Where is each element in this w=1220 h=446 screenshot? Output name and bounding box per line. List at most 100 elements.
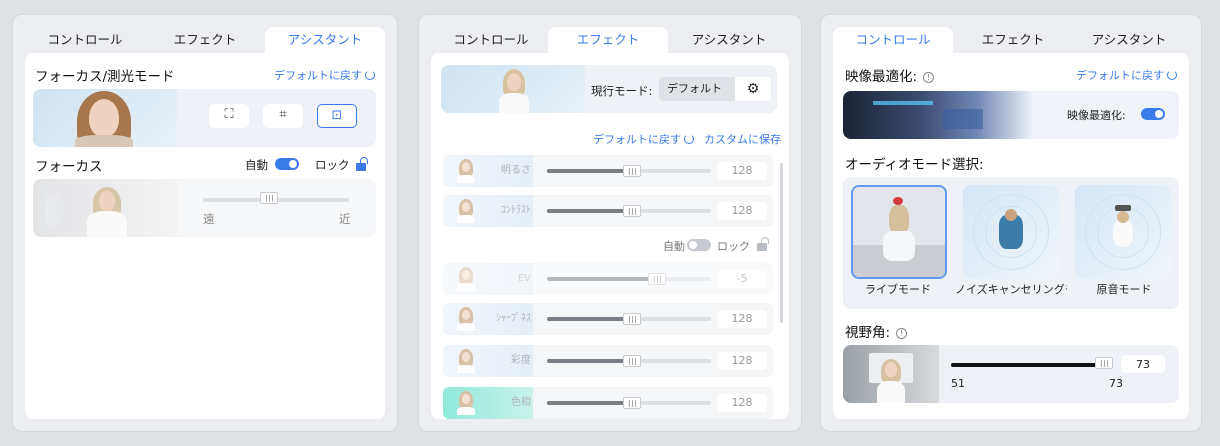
focus-mode-box: ⛶ ⌗ ⊡ bbox=[33, 89, 376, 147]
effect-slider-handle[interactable] bbox=[623, 397, 641, 409]
noise-cancel-mode-card[interactable] bbox=[963, 185, 1059, 279]
tab-assistant[interactable]: アシスタント bbox=[669, 27, 789, 53]
slider-far-label: 遠 bbox=[203, 212, 215, 226]
fov-thumbnail bbox=[843, 345, 939, 403]
center-focus-button[interactable]: ⊡ bbox=[317, 104, 357, 128]
fov-value-box[interactable]: 73 bbox=[1121, 355, 1165, 373]
effect-row: 彩度 128 bbox=[443, 345, 773, 377]
reset-default-link[interactable]: デフォルトに戻す bbox=[593, 131, 694, 147]
effect-row-label: ｼｬｰﾌﾟﾈｽ bbox=[496, 313, 531, 324]
live-mode-card[interactable] bbox=[851, 185, 947, 279]
tab-effect[interactable]: エフェクト bbox=[953, 27, 1073, 53]
reset-default-link[interactable]: デフォルトに戻す bbox=[274, 67, 375, 83]
tab-control[interactable]: コントロール bbox=[833, 27, 953, 53]
info-icon[interactable]: ! bbox=[923, 72, 935, 83]
tab-bar: コントロール エフェクト アシスタント bbox=[833, 27, 1189, 53]
auto-toggle[interactable] bbox=[687, 239, 711, 251]
control-panel: コントロール エフェクト アシスタント 映像最適化:! デフォルトに戻す 映像最… bbox=[820, 14, 1202, 432]
fov-max-label: 73 bbox=[1109, 377, 1123, 390]
save-custom-link[interactable]: カスタムに保存 bbox=[704, 131, 781, 147]
center-focus-icon: ⊡ bbox=[331, 108, 343, 123]
focus-slider-box: 遠 近 bbox=[33, 179, 376, 237]
face-focus-icon: ⛶ bbox=[224, 107, 234, 122]
noise-cancel-mode-label: ノイズキャンセリングモード bbox=[955, 283, 1067, 296]
effect-value-box[interactable]: 128 bbox=[717, 310, 767, 328]
reset-default-label: デフォルトに戻す bbox=[593, 133, 681, 146]
current-mode-select[interactable]: デフォルト bbox=[659, 77, 735, 101]
portrait-thumbnail bbox=[441, 65, 585, 113]
effect-row-label: 色相 bbox=[511, 397, 531, 408]
lock-icon[interactable] bbox=[757, 237, 769, 251]
effect-row: 明るさ 128 bbox=[443, 155, 773, 187]
frame-focus-icon: ⌗ bbox=[279, 107, 287, 122]
fov-slider-handle[interactable] bbox=[1095, 357, 1113, 369]
current-mode-box: 現行モード: デフォルト ⚙ bbox=[441, 65, 777, 113]
effect-row: 色相 128 bbox=[443, 387, 773, 419]
video-opt-toggle-label: 映像最適化: bbox=[1067, 109, 1126, 122]
audio-mode-title: オーディオモード選択: bbox=[845, 157, 984, 173]
focus-metering-title: フォーカス/測光モード bbox=[35, 69, 175, 85]
assistant-card: フォーカス/測光モード デフォルトに戻す ⛶ ⌗ ⊡ フォーカス 自動 ロック bbox=[25, 53, 385, 419]
effect-row-label: 彩度 bbox=[511, 355, 531, 366]
effect-value-box[interactable]: 128 bbox=[717, 162, 767, 180]
effect-row-label: EV bbox=[517, 273, 531, 284]
focus-title: フォーカス bbox=[35, 159, 103, 175]
refresh-icon bbox=[365, 70, 375, 80]
effect-slider-handle[interactable] bbox=[623, 165, 641, 177]
live-mode-label: ライブモード bbox=[865, 283, 931, 296]
original-sound-mode-card[interactable] bbox=[1075, 185, 1171, 279]
scrollbar[interactable] bbox=[780, 163, 783, 323]
scene-thumbnail bbox=[843, 91, 1033, 139]
fov-slider[interactable] bbox=[951, 363, 1107, 367]
auto-label: 自動 bbox=[663, 240, 685, 253]
portrait-thumbnail bbox=[33, 89, 177, 147]
effect-row-label: 明るさ bbox=[501, 165, 531, 176]
auto-label: 自動 bbox=[245, 158, 268, 172]
lock-label: ロック bbox=[717, 240, 750, 253]
effect-slider-handle[interactable] bbox=[647, 273, 666, 285]
refresh-icon bbox=[1167, 70, 1177, 80]
office-thumbnail bbox=[33, 179, 177, 237]
lock-label: ロック bbox=[315, 158, 350, 172]
mode-settings-button[interactable]: ⚙ bbox=[735, 77, 771, 101]
video-opt-toggle[interactable] bbox=[1141, 108, 1165, 120]
reset-default-label: デフォルトに戻す bbox=[1076, 69, 1164, 82]
auto-toggle[interactable] bbox=[275, 158, 299, 170]
effect-value-box[interactable]: 128 bbox=[717, 394, 767, 412]
effect-row-label: ｺﾝﾄﾗｽﾄ bbox=[501, 205, 531, 216]
fov-title: 視野角:! bbox=[845, 321, 908, 341]
tab-assistant[interactable]: アシスタント bbox=[1069, 27, 1189, 53]
audio-mode-box: ライブモード ノイズキャンセリングモード 原音モード bbox=[843, 177, 1179, 309]
effect-slider[interactable] bbox=[547, 277, 711, 281]
effect-slider-handle[interactable] bbox=[623, 313, 641, 325]
reset-default-label: デフォルトに戻す bbox=[274, 69, 362, 82]
effect-panel: コントロール エフェクト アシスタント 現行モード: デフォルト ⚙ デフォルト… bbox=[418, 14, 802, 432]
tab-assistant[interactable]: アシスタント bbox=[265, 27, 385, 53]
effect-value-box[interactable]: 128 bbox=[717, 352, 767, 370]
original-sound-mode-label: 原音モード bbox=[1096, 283, 1152, 296]
effect-card: 現行モード: デフォルト ⚙ デフォルトに戻す カスタムに保存 明るさ 128 ｺﾝ… bbox=[431, 53, 789, 419]
effect-slider-handle[interactable] bbox=[623, 355, 641, 367]
frame-focus-button[interactable]: ⌗ bbox=[263, 104, 303, 128]
video-opt-box: 映像最適化: bbox=[843, 91, 1179, 139]
face-focus-button[interactable]: ⛶ bbox=[209, 104, 249, 128]
info-icon[interactable]: ! bbox=[896, 328, 908, 339]
current-mode-label: 現行モード: bbox=[591, 84, 653, 98]
tab-effect[interactable]: エフェクト bbox=[548, 27, 668, 53]
effect-row: ｼｬｰﾌﾟﾈｽ 128 bbox=[443, 303, 773, 335]
reset-default-link[interactable]: デフォルトに戻す bbox=[1076, 67, 1177, 83]
effect-slider-handle[interactable] bbox=[623, 205, 641, 217]
video-opt-title-text: 映像最適化: bbox=[845, 69, 918, 85]
effect-value-box[interactable]: -5 bbox=[717, 270, 767, 288]
tab-effect[interactable]: エフェクト bbox=[145, 27, 265, 53]
fov-title-text: 視野角: bbox=[845, 325, 891, 341]
tab-control[interactable]: コントロール bbox=[431, 27, 551, 53]
refresh-icon bbox=[684, 134, 694, 144]
lock-icon[interactable] bbox=[356, 157, 368, 171]
effect-value-box[interactable]: 128 bbox=[717, 202, 767, 220]
gear-icon: ⚙ bbox=[746, 81, 760, 97]
focus-slider-handle[interactable] bbox=[259, 192, 278, 204]
tab-control[interactable]: コントロール bbox=[25, 27, 145, 53]
assistant-panel: コントロール エフェクト アシスタント フォーカス/測光モード デフォルトに戻す… bbox=[12, 14, 398, 432]
control-card: 映像最適化:! デフォルトに戻す 映像最適化: オーディオモード選択: ライブモ… bbox=[833, 53, 1189, 419]
